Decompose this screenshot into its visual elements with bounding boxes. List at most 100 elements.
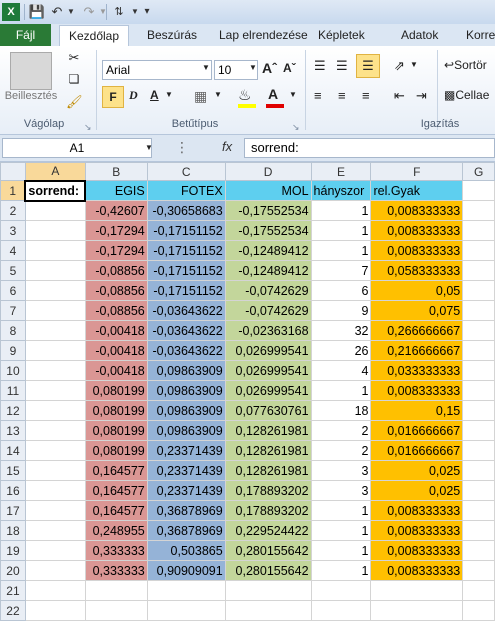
cell[interactable]: 0,36878969 bbox=[146, 500, 226, 521]
cell[interactable] bbox=[24, 480, 86, 501]
cell[interactable] bbox=[146, 600, 226, 621]
align-bottom-icon[interactable]: ☰ bbox=[356, 54, 380, 78]
cell[interactable]: 0,008333333 bbox=[370, 200, 464, 221]
cell[interactable]: 0,333333 bbox=[84, 540, 148, 561]
cell[interactable]: 0,016666667 bbox=[370, 420, 464, 441]
cell[interactable] bbox=[462, 280, 495, 301]
tab-data[interactable]: Adatok bbox=[401, 24, 438, 46]
increase-indent-icon[interactable]: ⇥ bbox=[416, 88, 427, 104]
cell[interactable]: -0,03643622 bbox=[146, 300, 226, 321]
cell[interactable]: -0,0742629 bbox=[224, 300, 312, 321]
cell[interactable]: -0,42607 bbox=[84, 200, 148, 221]
cell[interactable] bbox=[462, 400, 495, 421]
cell[interactable]: 3 bbox=[310, 460, 372, 481]
cell[interactable]: -0,03643622 bbox=[146, 340, 226, 361]
cell[interactable]: 0,026999541 bbox=[224, 380, 312, 401]
cell[interactable]: -0,17151152 bbox=[146, 220, 226, 241]
cell[interactable]: 1 bbox=[310, 220, 372, 241]
tab-insert[interactable]: Beszúrás bbox=[147, 24, 197, 46]
cell[interactable]: 0,128261981 bbox=[224, 460, 312, 481]
cell[interactable] bbox=[462, 240, 495, 261]
cell[interactable]: 0,05 bbox=[370, 280, 464, 301]
cell[interactable]: 0,026999541 bbox=[224, 340, 312, 361]
cell[interactable] bbox=[24, 280, 86, 301]
cell[interactable]: 0,026999541 bbox=[224, 360, 312, 381]
cell[interactable]: 0,164577 bbox=[84, 500, 148, 521]
cell[interactable]: -0,08856 bbox=[84, 280, 148, 301]
row-header[interactable]: 5 bbox=[0, 260, 26, 281]
cell[interactable] bbox=[462, 500, 495, 521]
cell[interactable]: 9 bbox=[310, 300, 372, 321]
column-header-g[interactable]: G bbox=[462, 162, 495, 181]
cell[interactable]: 0,23371439 bbox=[146, 480, 226, 501]
cell[interactable]: -0,17151152 bbox=[146, 260, 226, 281]
row-header[interactable]: 7 bbox=[0, 300, 26, 321]
cell[interactable]: 0,008333333 bbox=[370, 520, 464, 541]
cell[interactable]: 0,077630761 bbox=[224, 400, 312, 421]
row-header[interactable]: 10 bbox=[0, 360, 26, 381]
cell[interactable]: -0,00418 bbox=[84, 340, 148, 361]
grow-font-icon[interactable]: Aˆ bbox=[262, 60, 277, 76]
cell[interactable]: 0,025 bbox=[370, 460, 464, 481]
align-top-icon[interactable]: ☰ bbox=[314, 58, 326, 74]
row-header[interactable]: 6 bbox=[0, 280, 26, 301]
cell[interactable]: 1 bbox=[310, 560, 372, 581]
dialog-launcher-icon[interactable]: ↘ bbox=[84, 122, 92, 133]
cell-e1[interactable]: hányszor bbox=[310, 180, 372, 201]
fill-color-icon[interactable]: ♨ bbox=[238, 86, 251, 104]
cell[interactable]: -0,17552534 bbox=[224, 200, 312, 221]
cell[interactable] bbox=[24, 540, 86, 561]
cell[interactable]: -0,12489412 bbox=[224, 260, 312, 281]
cell[interactable]: 0,23371439 bbox=[146, 440, 226, 461]
orientation-icon[interactable]: ⇗ bbox=[394, 58, 405, 74]
cell[interactable]: 0,216666667 bbox=[370, 340, 464, 361]
cell[interactable] bbox=[24, 240, 86, 261]
cell[interactable]: 0,164577 bbox=[84, 460, 148, 481]
cell[interactable] bbox=[462, 520, 495, 541]
cell[interactable]: 6 bbox=[310, 280, 372, 301]
cell[interactable]: 4 bbox=[310, 360, 372, 381]
column-header-e[interactable]: E bbox=[310, 162, 372, 181]
save-icon[interactable]: 💾 bbox=[28, 3, 46, 21]
cell[interactable] bbox=[462, 380, 495, 401]
row-header[interactable]: 21 bbox=[0, 580, 26, 601]
column-header-d[interactable]: D bbox=[224, 162, 312, 181]
cell[interactable] bbox=[462, 360, 495, 381]
row-header[interactable]: 20 bbox=[0, 560, 26, 581]
cell[interactable]: 18 bbox=[310, 400, 372, 421]
cell[interactable]: 0,23371439 bbox=[146, 460, 226, 481]
cell[interactable] bbox=[24, 560, 86, 581]
row-header[interactable]: 14 bbox=[0, 440, 26, 461]
cell[interactable]: 1 bbox=[310, 380, 372, 401]
chevron-down-icon[interactable]: ▼ bbox=[249, 63, 257, 72]
merge-center-button[interactable]: ▩Cellae bbox=[444, 88, 489, 102]
cell[interactable] bbox=[24, 460, 86, 481]
cell[interactable] bbox=[462, 260, 495, 281]
cell[interactable]: -0,17294 bbox=[84, 240, 148, 261]
cell[interactable]: 0,248955 bbox=[84, 520, 148, 541]
copy-icon[interactable]: ❏ bbox=[66, 72, 82, 88]
cell[interactable]: 0,280155642 bbox=[224, 540, 312, 561]
cell[interactable]: 0,280155642 bbox=[224, 560, 312, 581]
cell[interactable]: 0,266666667 bbox=[370, 320, 464, 341]
cell[interactable]: -0,00418 bbox=[84, 360, 148, 381]
cell[interactable]: 3 bbox=[310, 480, 372, 501]
cell[interactable] bbox=[24, 580, 86, 601]
cell-g1[interactable] bbox=[462, 180, 495, 201]
cell[interactable]: 0,09863909 bbox=[146, 400, 226, 421]
cell[interactable]: 0,90909091 bbox=[146, 560, 226, 581]
cell[interactable]: 0,080199 bbox=[84, 420, 148, 441]
cell[interactable] bbox=[462, 200, 495, 221]
cell[interactable]: -0,02363168 bbox=[224, 320, 312, 341]
cell[interactable]: -0,08856 bbox=[84, 300, 148, 321]
row-header[interactable]: 16 bbox=[0, 480, 26, 501]
cell[interactable]: 1 bbox=[310, 500, 372, 521]
tab-formulas[interactable]: Képletek bbox=[318, 24, 365, 46]
cell[interactable] bbox=[84, 600, 148, 621]
cell[interactable] bbox=[462, 340, 495, 361]
cell[interactable] bbox=[462, 480, 495, 501]
tab-page-layout[interactable]: Lap elrendezése bbox=[219, 24, 308, 46]
cell[interactable]: 0,033333333 bbox=[370, 360, 464, 381]
excel-icon[interactable]: X bbox=[2, 3, 20, 21]
cell[interactable] bbox=[24, 520, 86, 541]
